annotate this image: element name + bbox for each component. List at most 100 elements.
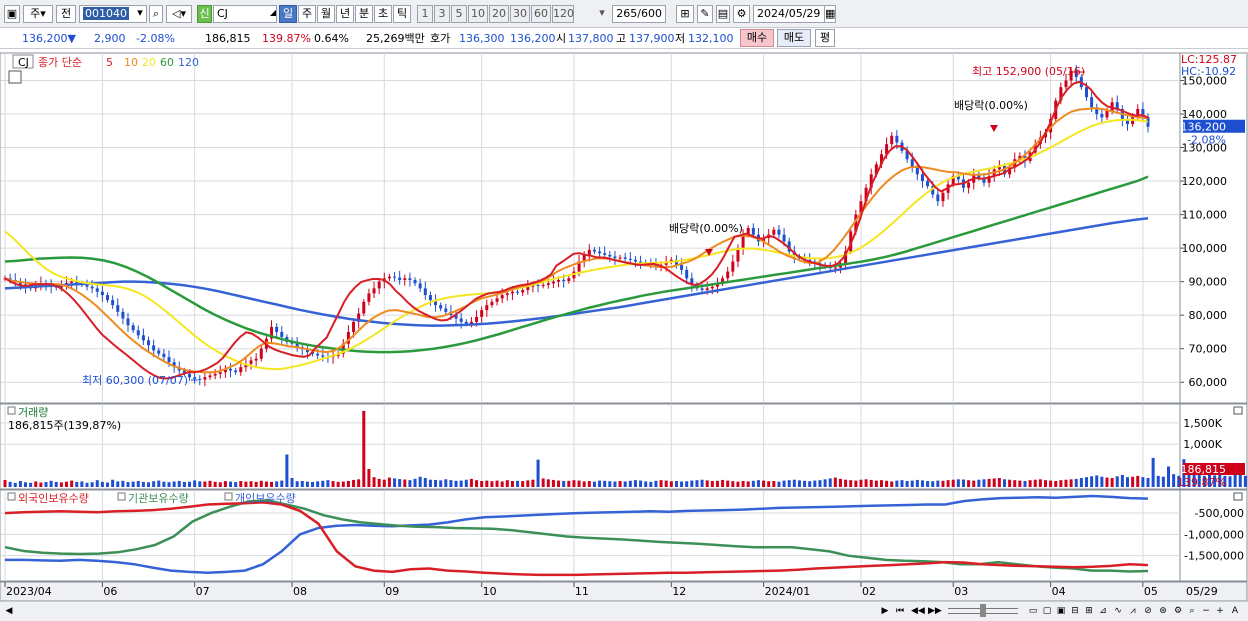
- close-pane-icon[interactable]: [1233, 492, 1243, 501]
- calendar-icon[interactable]: ▦: [824, 5, 836, 23]
- candle-body: [275, 326, 279, 332]
- change-text: 2,900: [94, 32, 126, 45]
- volume-bar: [1033, 479, 1037, 487]
- plus-icon[interactable]: +: [1214, 605, 1226, 618]
- volume-bar: [362, 410, 366, 487]
- scroll-right-icon[interactable]: ▶: [879, 605, 891, 618]
- zoom-icon[interactable]: ⌕: [1186, 605, 1198, 618]
- zoom-thumb[interactable]: [980, 604, 986, 617]
- sell-button[interactable]: 매도: [777, 29, 811, 47]
- interval-tab[interactable]: 120: [552, 5, 574, 23]
- volume-bar: [295, 481, 299, 487]
- count-field[interactable]: 265/600: [612, 5, 666, 23]
- price-pane[interactable]: [0, 52, 1248, 404]
- prev-button[interactable]: 전: [56, 5, 76, 23]
- interval-tab[interactable]: 60: [531, 5, 551, 23]
- date-field[interactable]: 2024/05/29: [753, 5, 825, 23]
- period-tab[interactable]: 주: [298, 5, 316, 23]
- candle-body: [372, 288, 376, 294]
- layout-icon[interactable]: ▣: [4, 5, 20, 23]
- volume-bar: [336, 481, 340, 487]
- volume-bar: [59, 482, 63, 487]
- volume-bar: [1146, 478, 1150, 487]
- candle-body: [403, 278, 407, 280]
- font-size-icon[interactable]: A: [1229, 605, 1241, 618]
- chevron-down-icon[interactable]: ▾: [596, 5, 608, 23]
- search-icon[interactable]: ⌕: [149, 5, 163, 23]
- eval-button[interactable]: 평: [815, 29, 835, 47]
- interval-tab[interactable]: 10: [468, 5, 488, 23]
- scroll-left-icon[interactable]: ◀: [3, 605, 15, 618]
- save-icon[interactable]: ▤: [716, 5, 730, 23]
- price-tick-label: 90,000: [1189, 276, 1228, 289]
- type-select[interactable]: 주▾: [23, 5, 53, 23]
- draw-tool-icon[interactable]: ∿: [1112, 605, 1124, 618]
- candle-body: [239, 367, 243, 373]
- volume-bar: [254, 481, 258, 487]
- volume-bar: [731, 481, 735, 487]
- volume-ratio-text: 139.87%: [262, 32, 311, 45]
- period-tab[interactable]: 일: [279, 5, 297, 23]
- volume-bar: [562, 481, 566, 487]
- calendar-icon[interactable]: [8, 70, 22, 84]
- x-tick-label: 04: [1052, 585, 1066, 598]
- layout-icon[interactable]: ▭: [1027, 605, 1039, 618]
- volume-bar: [639, 480, 643, 487]
- scrollbar[interactable]: ◀ ▶ ⏮ ◀◀ ▶▶ ▭ ▢ ▣ ⊟ ⊞ ⊿ ∿ ⩘ ⊘ ⊛ ⚙ ⌕ − + …: [0, 601, 1248, 621]
- close-pane-icon[interactable]: [1233, 406, 1243, 415]
- period-tab[interactable]: 틱: [393, 5, 411, 23]
- layout-icon[interactable]: ▣: [1055, 605, 1067, 618]
- period-tab[interactable]: 년: [336, 5, 354, 23]
- candle-body: [541, 285, 545, 286]
- volume-bar: [321, 480, 325, 487]
- series-title: CJ: [18, 56, 29, 69]
- next-page-icon[interactable]: ▶▶: [928, 605, 942, 618]
- volume-bar: [762, 480, 766, 487]
- chevron-down-icon[interactable]: ▾: [134, 5, 146, 23]
- period-tab[interactable]: 초: [374, 5, 392, 23]
- volume-bar: [756, 480, 760, 487]
- volume-bar: [29, 482, 33, 487]
- interval-tab[interactable]: 3: [434, 5, 450, 23]
- x-last-label: 05/29: [1186, 585, 1218, 598]
- draw-tool-icon[interactable]: ⊘: [1142, 605, 1154, 618]
- interval-tab[interactable]: 20: [489, 5, 509, 23]
- layout-icon[interactable]: ⊞: [1083, 605, 1095, 618]
- candle-body: [162, 353, 166, 358]
- layout-icon[interactable]: ⊟: [1069, 605, 1081, 618]
- draw-tool-icon[interactable]: ✎: [697, 5, 713, 23]
- volume-bar: [70, 480, 74, 487]
- holdings-legend-item: 외국인보유수량: [18, 492, 89, 505]
- draw-tool-icon[interactable]: ⊿: [1097, 605, 1109, 618]
- interval-tab[interactable]: 5: [451, 5, 467, 23]
- draw-tool-icon[interactable]: ⩘: [1127, 605, 1139, 618]
- draw-tool-icon[interactable]: ⊛: [1157, 605, 1169, 618]
- candle-body: [936, 194, 940, 202]
- first-page-icon[interactable]: ⏮: [894, 605, 906, 618]
- volume-bar: [608, 481, 612, 487]
- gear-icon[interactable]: ⚙: [733, 5, 750, 23]
- gear-icon[interactable]: ⚙: [1172, 605, 1184, 618]
- volume-bar: [516, 480, 520, 487]
- price-tick-label: 80,000: [1189, 309, 1228, 322]
- layout-icon[interactable]: ▢: [1041, 605, 1053, 618]
- volume-pane[interactable]: [0, 403, 1248, 490]
- ma-legend-item: 120: [178, 56, 199, 69]
- period-tab[interactable]: 월: [317, 5, 335, 23]
- candle-body: [546, 283, 550, 285]
- volume-bar: [39, 482, 43, 487]
- interval-tab[interactable]: 30: [510, 5, 530, 23]
- ma-legend-label: 종가 단순: [38, 56, 82, 69]
- interval-tab[interactable]: 1: [417, 5, 433, 23]
- prev-page-icon[interactable]: ◀◀: [911, 605, 925, 618]
- minus-icon[interactable]: −: [1200, 605, 1212, 618]
- period-tab[interactable]: 분: [355, 5, 373, 23]
- buy-button[interactable]: 매수: [740, 29, 774, 47]
- chart-area[interactable]: 60,000 70,000 80,000 90,000 100,000 110,000 12…: [0, 49, 1248, 601]
- candle-type-icon[interactable]: ⊞: [676, 5, 694, 23]
- volume-bar: [234, 482, 238, 487]
- volume-bar: [136, 481, 140, 487]
- volume-bar: [777, 481, 781, 487]
- x-tick-label: 07: [196, 585, 210, 598]
- speaker-icon[interactable]: ◁▾: [166, 5, 192, 23]
